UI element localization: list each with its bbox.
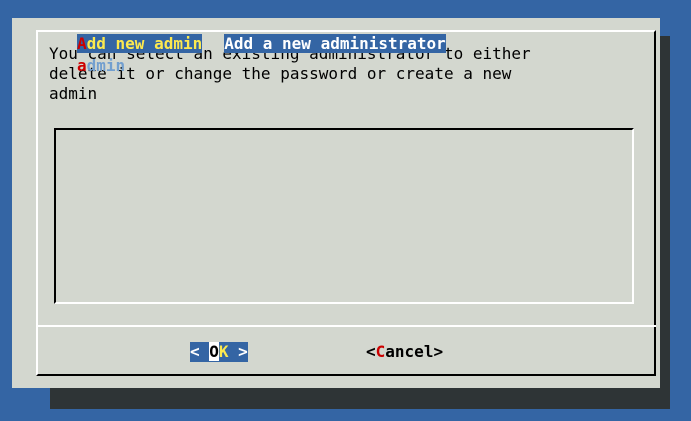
- ok-button-left: <: [190, 342, 210, 361]
- cancel-button-right: >: [433, 342, 444, 361]
- ok-button[interactable]: < OK >: [190, 342, 248, 362]
- ok-button-right: >: [228, 342, 248, 361]
- menu-item-hotkey: a: [77, 56, 87, 75]
- menu-item-hotkey: A: [77, 34, 87, 53]
- menu-item-admin[interactable]: admin: [77, 56, 125, 76]
- button-separator: [36, 325, 656, 327]
- cancel-button-rest: ancel: [385, 342, 434, 361]
- cancel-button[interactable]: <Cancel>: [366, 342, 443, 362]
- ok-button-rest: K: [218, 342, 229, 361]
- menu-item-tag: Add new admin: [77, 34, 203, 53]
- admin-menu-list[interactable]: [54, 128, 634, 304]
- cancel-button-hotkey: C: [375, 342, 386, 361]
- admin-dialog: You can select an existing administrator…: [12, 18, 660, 388]
- menu-item-add-new-admin[interactable]: Add new admin Add a new administrator: [77, 34, 446, 54]
- cancel-button-left: <: [366, 342, 376, 361]
- menu-item-tag: admin: [77, 56, 125, 75]
- menu-item-description: Add a new administrator: [224, 34, 446, 53]
- ok-button-hotkey: O: [209, 342, 219, 361]
- menu-item-tag-rest: dmin: [86, 56, 126, 75]
- menu-item-tag-rest: dd new admin: [86, 34, 203, 53]
- dialog-shadow-right: [660, 36, 670, 409]
